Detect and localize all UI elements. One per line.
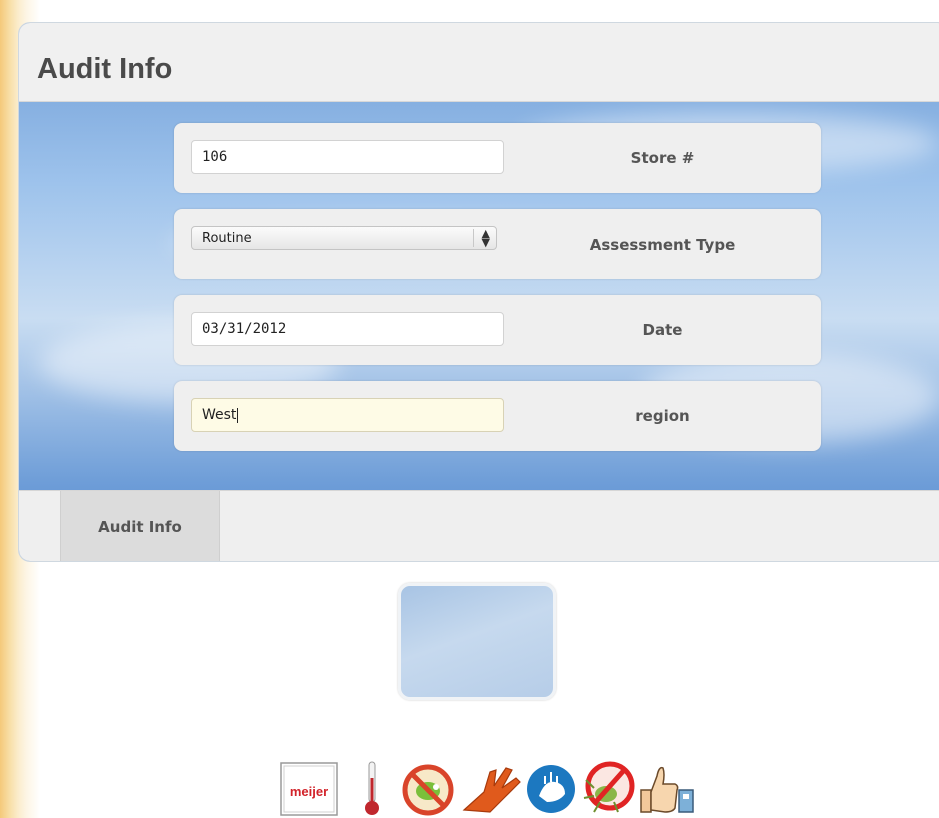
meijer-logo-text: meijer — [290, 784, 328, 799]
assessment-type-row: Routine ▲ ▼ Assessment Type — [174, 209, 821, 279]
assessment-type-select[interactable]: Routine ▲ ▼ — [191, 226, 497, 250]
thermometer-icon — [365, 761, 379, 815]
meijer-logo-icon: meijer — [280, 762, 338, 816]
thumbs-up-icon — [640, 766, 694, 813]
no-pests-icon — [402, 764, 454, 816]
image-thumbnail[interactable] — [398, 583, 556, 700]
handwash-icon — [527, 765, 575, 813]
no-bugs-icon — [583, 761, 635, 813]
store-field-row: 106 Store # — [174, 123, 821, 193]
page-title: Audit Info — [37, 53, 173, 85]
title-bar: Audit Info — [19, 23, 939, 102]
date-input[interactable]: 03/31/2012 — [191, 312, 504, 346]
select-updown-icon: ▲ ▼ — [481, 227, 490, 249]
audit-panel: Audit Info 106 Store # Routine ▲ ▼ Assess… — [18, 22, 939, 562]
glove-icon — [462, 767, 521, 813]
assessment-type-value: Routine — [202, 231, 252, 246]
store-number-label: Store # — [630, 149, 695, 167]
tab-audit-info[interactable]: Audit Info — [60, 491, 220, 561]
assessment-type-label: Assessment Type — [589, 236, 736, 254]
footer-icon-row: meijer — [280, 758, 720, 816]
store-number-input[interactable]: 106 — [191, 140, 504, 174]
date-label: Date — [642, 321, 683, 339]
region-input[interactable]: West — [191, 398, 504, 432]
text-cursor — [237, 407, 239, 423]
date-field-row: 03/31/2012 Date — [174, 295, 821, 365]
region-label: region — [635, 407, 690, 425]
tab-bar: Audit Info — [19, 490, 939, 561]
region-value: West — [202, 407, 237, 423]
region-field-row: West region — [174, 381, 821, 451]
select-divider — [473, 229, 474, 247]
